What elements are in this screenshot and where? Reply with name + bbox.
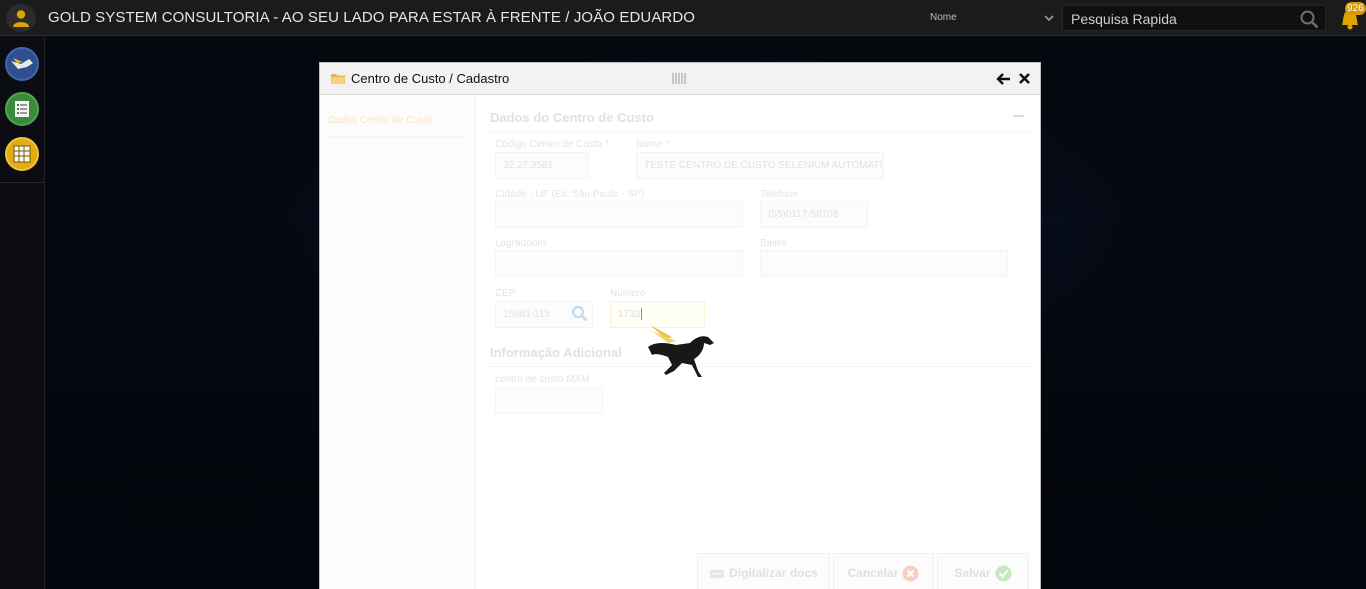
report-icon (15, 101, 29, 117)
app-title: GOLD SYSTEM CONSULTORIA - AO SEU LADO PA… (48, 9, 696, 26)
sidebar-item-home[interactable] (5, 47, 39, 81)
sidebar-item-reports[interactable] (5, 92, 39, 126)
modal-title: Centro de Custo / Cadastro (351, 71, 510, 86)
user-icon (13, 10, 29, 27)
quick-search-box (1062, 5, 1326, 31)
grid-icon (13, 145, 31, 163)
user-avatar[interactable] (6, 4, 36, 32)
search-field-select-value: Nome (930, 12, 957, 23)
sidebar-item-modules[interactable] (5, 137, 39, 171)
close-icon[interactable] (1018, 72, 1031, 85)
search-icon[interactable] (1299, 9, 1319, 29)
search-field-select[interactable]: Nome (922, 6, 1056, 30)
notification-badge: 926 (1345, 2, 1366, 15)
drag-handle-icon[interactable] (672, 73, 686, 84)
folder-icon (331, 74, 346, 84)
top-bar: GOLD SYSTEM CONSULTORIA - AO SEU LADO PA… (0, 0, 1366, 36)
chevron-down-icon (1044, 15, 1054, 22)
left-sidebar (0, 36, 45, 589)
sidebar-divider (0, 182, 44, 183)
modal-header: Centro de Custo / Cadastro (320, 63, 1040, 95)
back-arrow-icon[interactable] (996, 72, 1011, 86)
pegasus-icon (11, 58, 33, 69)
quick-search-input[interactable] (1071, 10, 1291, 28)
loading-pegasus-icon (648, 325, 714, 377)
